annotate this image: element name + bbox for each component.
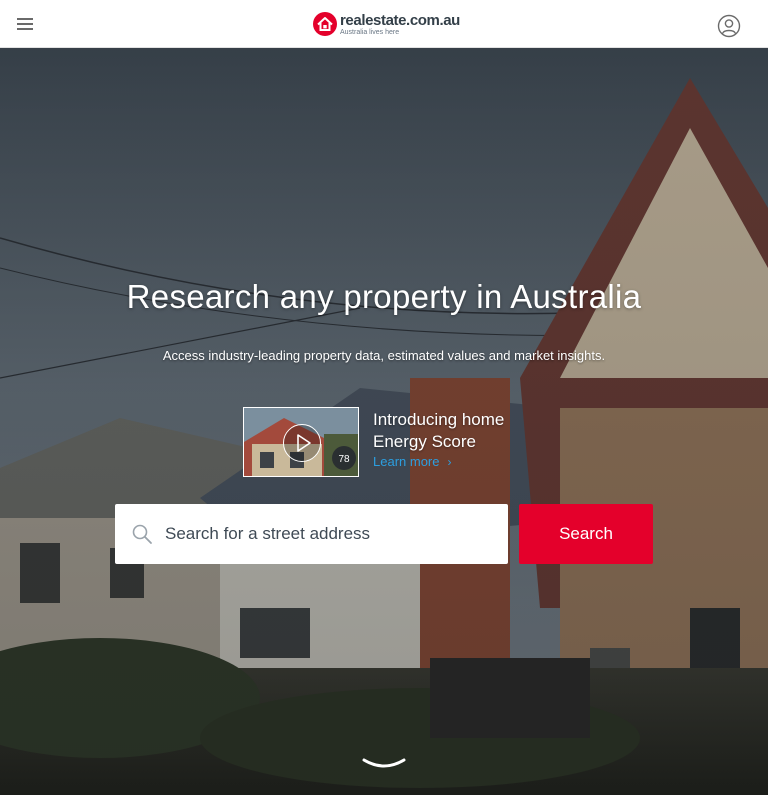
magnifier-icon [132,524,152,544]
hero-headline: Research any property in Australia [126,278,642,315]
chevron-right-icon: › [447,455,452,469]
chevron-down-icon[interactable] [361,756,407,774]
hero-section: Research any property in Australia Acces… [0,48,768,795]
hamburger-menu-icon[interactable] [15,16,35,32]
promo-video-thumbnail[interactable]: 78 [243,407,359,477]
learn-more-link[interactable]: Learn more › [373,454,451,469]
hero-subheadline: Access industry-leading property data, e… [162,348,606,363]
site-logo[interactable]: realestate.com.au Australia lives here [313,11,460,37]
top-header: realestate.com.au Australia lives here [0,0,768,48]
search-button[interactable]: Search [519,504,653,564]
promo-title: Introducing home Energy Score [373,410,505,451]
energy-score-promo: 78 Introducing home Energy Score Learn m… [243,407,543,477]
play-video-icon[interactable] [283,424,321,462]
address-search-input[interactable] [165,504,495,564]
house-logo-icon [313,12,337,36]
energy-score-badge: 78 [338,454,350,465]
address-search-box [115,504,508,564]
logo-tagline: Australia lives here [340,28,400,36]
logo-wordmark: realestate.com.au [340,11,460,29]
user-account-icon[interactable] [717,14,741,38]
learn-more-label: Learn more [373,454,440,469]
